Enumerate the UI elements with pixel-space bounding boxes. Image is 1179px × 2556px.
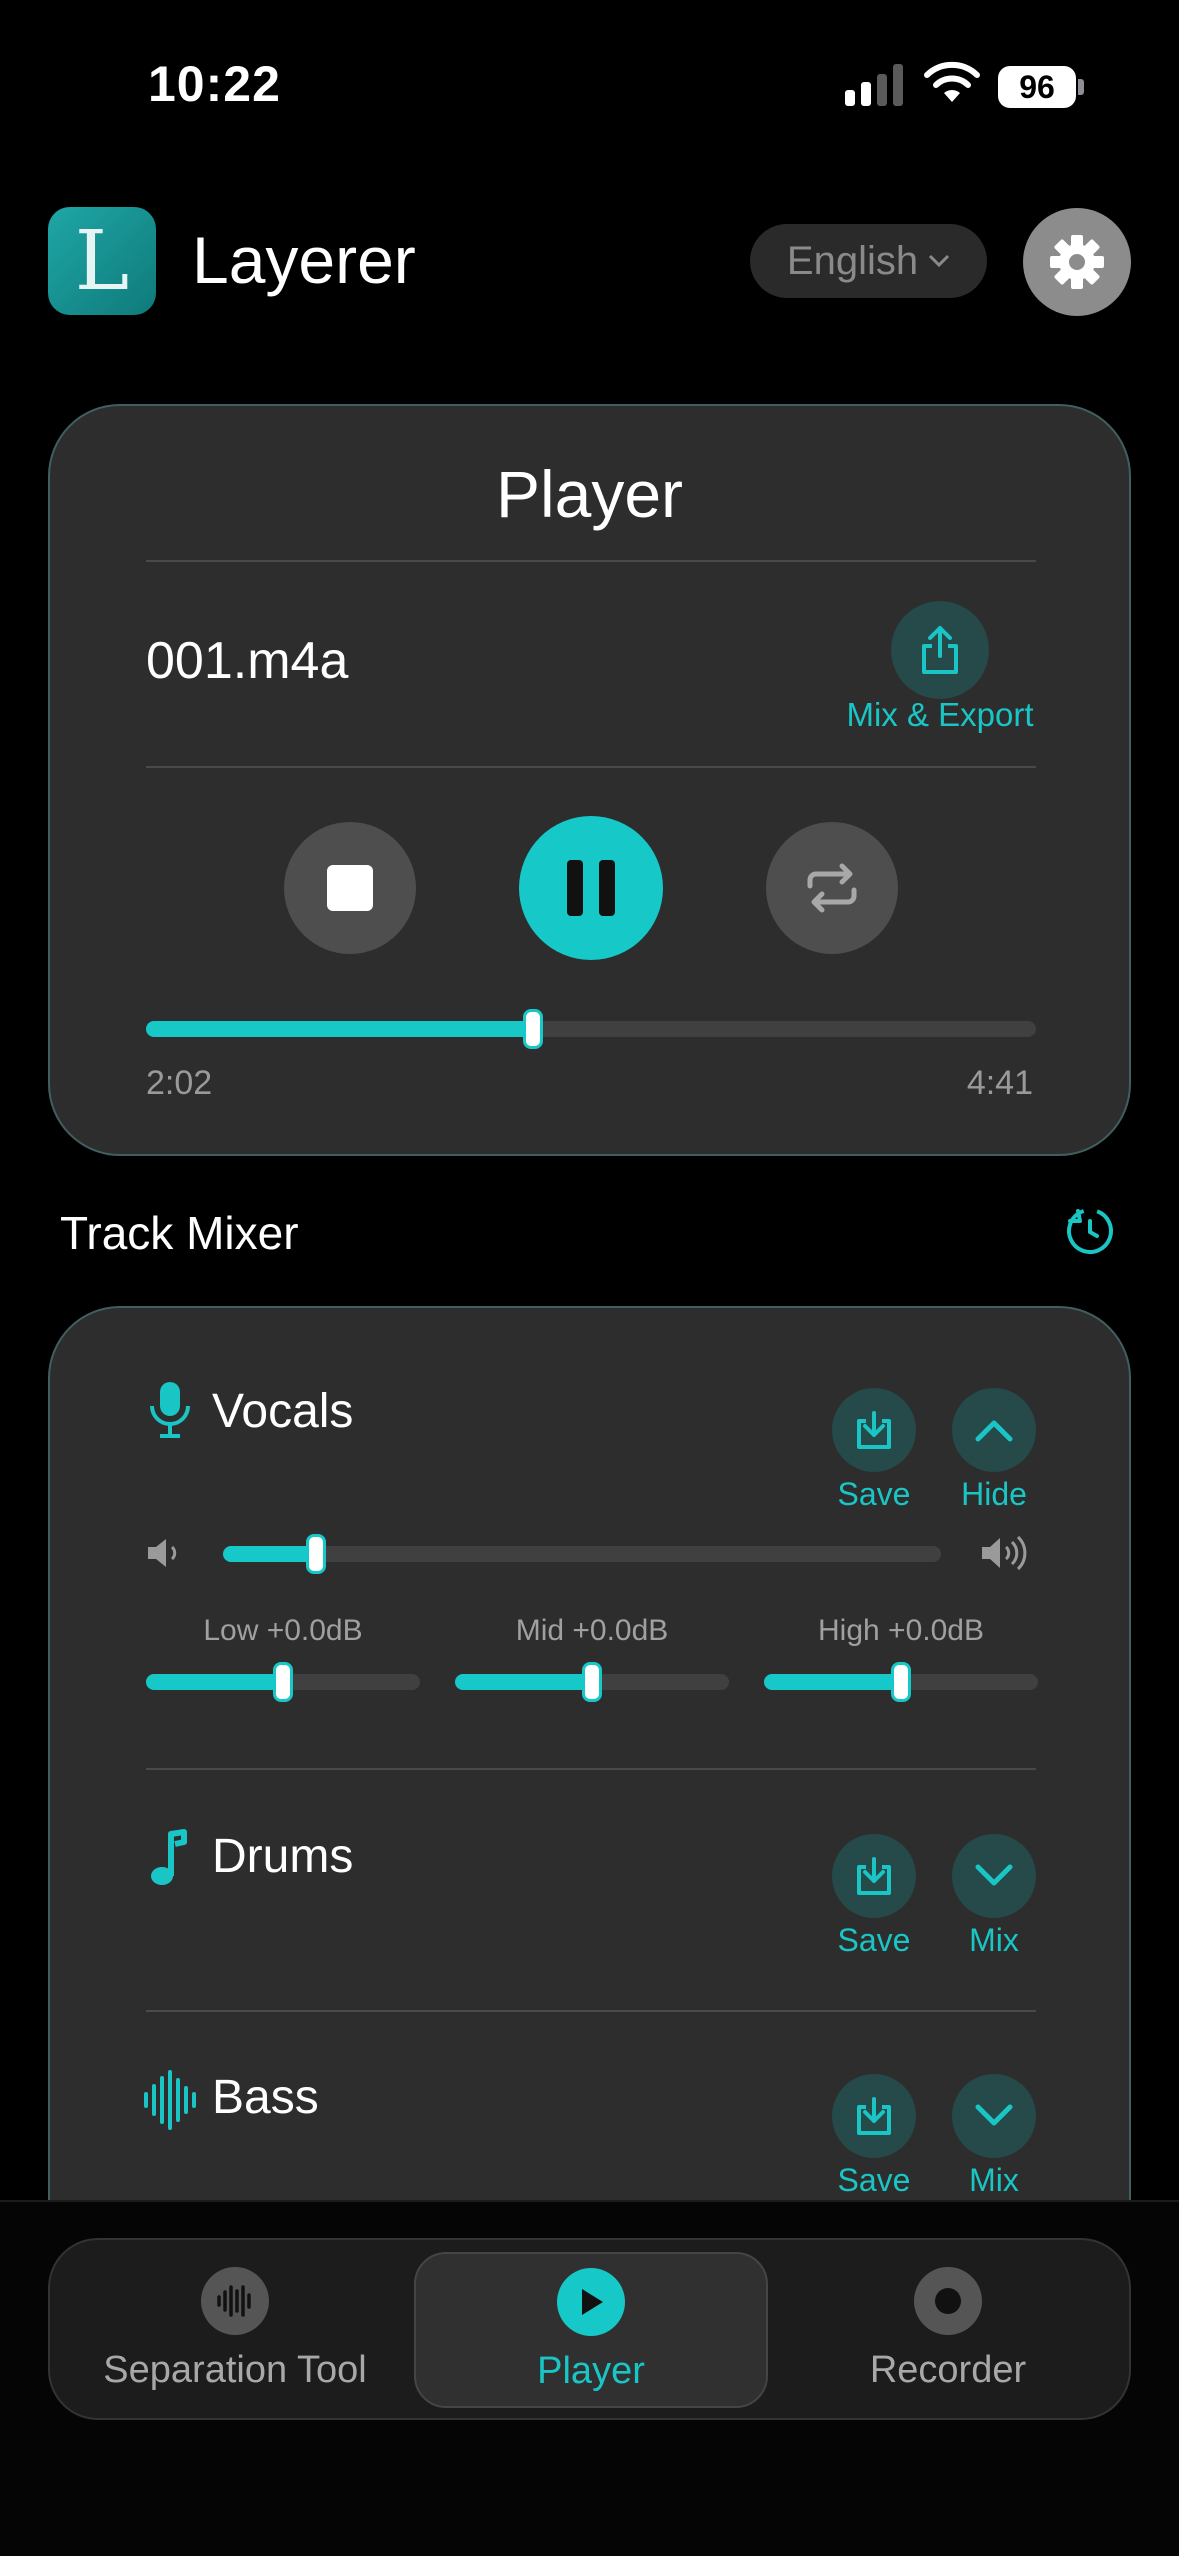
hide-label[interactable]: Hide: [934, 1476, 1054, 1513]
mix-drums-button[interactable]: [952, 1834, 1036, 1918]
seek-progress: [146, 1021, 534, 1037]
player-title: Player: [495, 457, 684, 531]
volume-thumb[interactable]: [306, 1534, 327, 1574]
divider: [146, 560, 1036, 562]
eq-high-thumb[interactable]: [891, 1662, 911, 1702]
reset-icon[interactable]: [1064, 1205, 1116, 1257]
mix-export-button[interactable]: [891, 601, 989, 699]
repeat-icon: [807, 863, 857, 913]
save-vocals-button[interactable]: [832, 1388, 916, 1472]
volume-high-icon: [982, 1535, 1027, 1571]
tab-label: Player: [537, 2349, 645, 2392]
cellular-signal-icon: [845, 62, 905, 106]
eq-low-slider[interactable]: [146, 1662, 420, 1702]
language-select[interactable]: English: [750, 224, 987, 298]
mix-label[interactable]: Mix: [934, 2162, 1054, 2199]
pause-icon: [559, 860, 623, 916]
save-label[interactable]: Save: [814, 2162, 934, 2199]
stop-icon: [327, 865, 373, 911]
play-icon: [557, 2267, 625, 2336]
eq-mid-thumb[interactable]: [582, 1662, 602, 1702]
pause-button[interactable]: [519, 816, 663, 960]
settings-button[interactable]: [1023, 208, 1131, 316]
file-name: 001.m4a: [146, 632, 349, 690]
chevron-up-icon: [975, 1420, 1013, 1442]
status-bar: 10:22 96: [0, 0, 1179, 160]
volume-low-icon: [148, 1539, 177, 1567]
download-icon: [857, 1411, 891, 1449]
battery-tip: [1078, 79, 1084, 95]
tab-recorder[interactable]: Recorder: [763, 2240, 1133, 2418]
eq-low-thumb[interactable]: [273, 1662, 293, 1702]
stop-button[interactable]: [284, 822, 416, 954]
save-label[interactable]: Save: [814, 1476, 934, 1513]
download-icon: [857, 2097, 891, 2135]
track-name-vocals: Vocals: [212, 1385, 354, 1438]
eq-high-slider[interactable]: [764, 1662, 1038, 1702]
tab-separation-tool[interactable]: Separation Tool: [50, 2240, 420, 2418]
wifi-icon: [924, 61, 980, 102]
share-icon: [922, 626, 958, 674]
eq-low-label: Low +0.0dB: [203, 1614, 363, 1647]
tab-bar: Separation Tool Player Recorder: [48, 2238, 1131, 2420]
chevron-down-icon: [929, 254, 950, 268]
repeat-button[interactable]: [766, 822, 898, 954]
seek-thumb[interactable]: [523, 1009, 544, 1049]
eq-low-level: [146, 1674, 283, 1690]
music-note-icon: [146, 1828, 194, 1888]
total-duration: 4:41: [966, 1064, 1033, 1102]
elapsed-time: 2:02: [146, 1064, 213, 1102]
hide-vocals-button[interactable]: [952, 1388, 1036, 1472]
chevron-down-icon: [975, 2104, 1013, 2126]
chevron-down-icon: [975, 1864, 1013, 1886]
tab-player[interactable]: Player: [414, 2252, 768, 2408]
track-name-drums: Drums: [212, 1830, 354, 1883]
app-title: Layerer: [192, 223, 416, 297]
download-icon: [857, 1857, 891, 1895]
divider: [146, 1768, 1036, 1770]
language-label: English: [786, 238, 919, 283]
eq-high-level: [764, 1674, 901, 1690]
eq-mid-label: Mid +0.0dB: [515, 1614, 669, 1647]
track-mixer-title: Track Mixer: [60, 1207, 299, 1259]
status-time: 10:22: [148, 56, 281, 112]
tab-label: Recorder: [869, 2348, 1027, 2391]
record-icon: [914, 2266, 982, 2335]
app-logo: L: [48, 207, 156, 315]
mix-bass-button[interactable]: [952, 2074, 1036, 2158]
volume-level: [223, 1546, 317, 1562]
tab-label: Separation Tool: [103, 2348, 367, 2391]
eq-mid-slider[interactable]: [455, 1662, 729, 1702]
battery-indicator: 96: [998, 66, 1076, 108]
save-bass-button[interactable]: [832, 2074, 916, 2158]
microphone-icon: [146, 1380, 194, 1440]
mix-export-label[interactable]: Mix & Export: [830, 696, 1050, 734]
mix-label[interactable]: Mix: [934, 1922, 1054, 1959]
waveform-icon: [142, 2070, 198, 2130]
waveform-icon: [201, 2266, 269, 2335]
eq-mid-level: [455, 1674, 592, 1690]
divider: [146, 766, 1036, 768]
divider: [146, 2010, 1036, 2012]
eq-high-label: High +0.0dB: [818, 1614, 984, 1647]
track-name-bass: Bass: [212, 2071, 319, 2124]
gear-icon: [1050, 235, 1104, 289]
save-label[interactable]: Save: [814, 1922, 934, 1959]
player-card: Player 001.m4a Mix & Export 2:02 4:41: [48, 404, 1131, 1156]
vocals-volume-slider[interactable]: [223, 1534, 941, 1574]
save-drums-button[interactable]: [832, 1834, 916, 1918]
seek-slider[interactable]: [146, 1009, 1036, 1049]
